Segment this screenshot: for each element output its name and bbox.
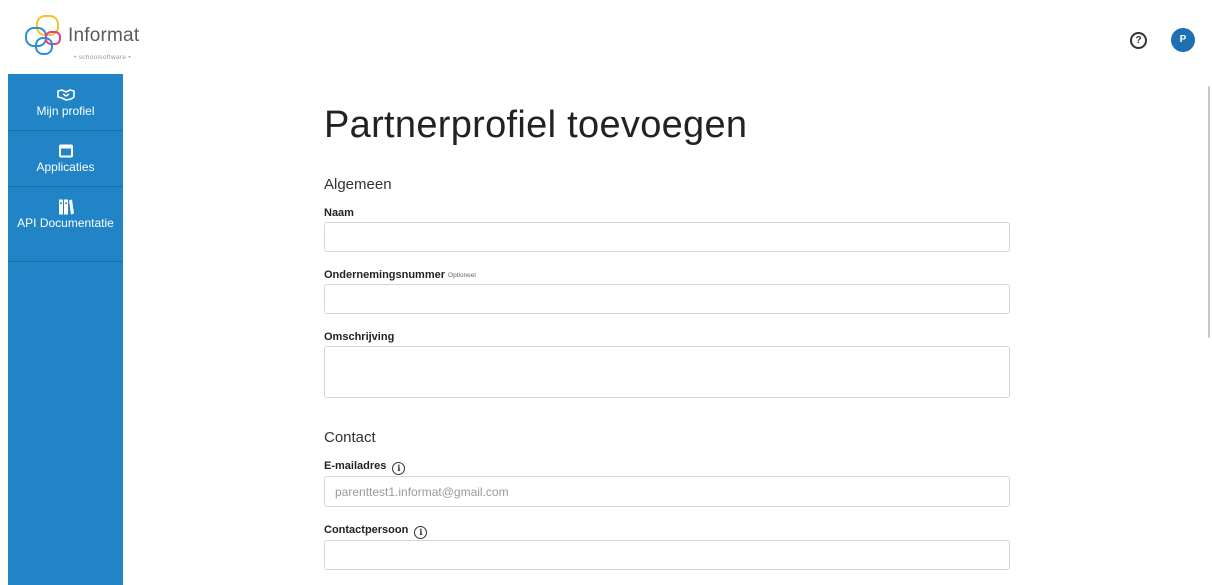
handshake-icon: [56, 89, 75, 101]
info-icon[interactable]: i: [392, 462, 406, 475]
ondernemingsnummer-input[interactable]: [324, 284, 1010, 314]
logo-rings-icon: [25, 15, 61, 55]
section-heading-algemeen: Algemeen: [324, 176, 392, 193]
email-label: E-mailadres i: [324, 460, 406, 475]
info-icon[interactable]: i: [414, 526, 428, 539]
email-label-text: E-mailadres: [324, 460, 387, 472]
email-input[interactable]: [324, 476, 1010, 507]
sidebar: Mijn profiel Applicaties API Documentati…: [8, 74, 123, 585]
contactpersoon-label: Contactpersoon i: [324, 524, 428, 539]
logo-text: Informat: [68, 25, 140, 46]
contactpersoon-input[interactable]: [324, 540, 1010, 570]
omschrijving-textarea[interactable]: [324, 346, 1010, 398]
naam-label: Naam: [324, 207, 354, 219]
sidebar-item-label: Mijn profiel: [36, 104, 95, 118]
contactpersoon-label-text: Contactpersoon: [324, 524, 409, 536]
sidebar-item-api-documentatie[interactable]: API Documentatie: [8, 187, 123, 262]
help-icon[interactable]: ?: [1130, 32, 1147, 49]
page-title: Partnerprofiel toevoegen: [324, 104, 748, 146]
informat-logo[interactable]: Informat • schoolsoftware •: [24, 14, 174, 64]
sidebar-item-applicaties[interactable]: Applicaties: [8, 131, 123, 187]
window-icon: [58, 144, 73, 158]
sidebar-item-label: Applicaties: [36, 160, 95, 174]
omschrijving-label: Omschrijving: [324, 331, 395, 343]
sidebar-item-mijn-profiel[interactable]: Mijn profiel: [8, 74, 123, 131]
books-icon: [58, 199, 74, 215]
sidebar-item-label: API Documentatie: [17, 216, 114, 230]
ondernemingsnummer-label: Ondernemingsnummer Optioneel: [324, 269, 476, 281]
section-heading-contact: Contact: [324, 429, 376, 446]
user-avatar[interactable]: P: [1171, 28, 1195, 52]
page-scrollbar[interactable]: [1208, 86, 1210, 338]
logo-subtext: • schoolsoftware •: [74, 54, 131, 61]
top-header: Informat • schoolsoftware • ? P: [0, 0, 1212, 74]
naam-input[interactable]: [324, 222, 1010, 252]
optional-badge: Optioneel: [448, 272, 476, 279]
ondernemingsnummer-label-text: Ondernemingsnummer: [324, 269, 446, 281]
